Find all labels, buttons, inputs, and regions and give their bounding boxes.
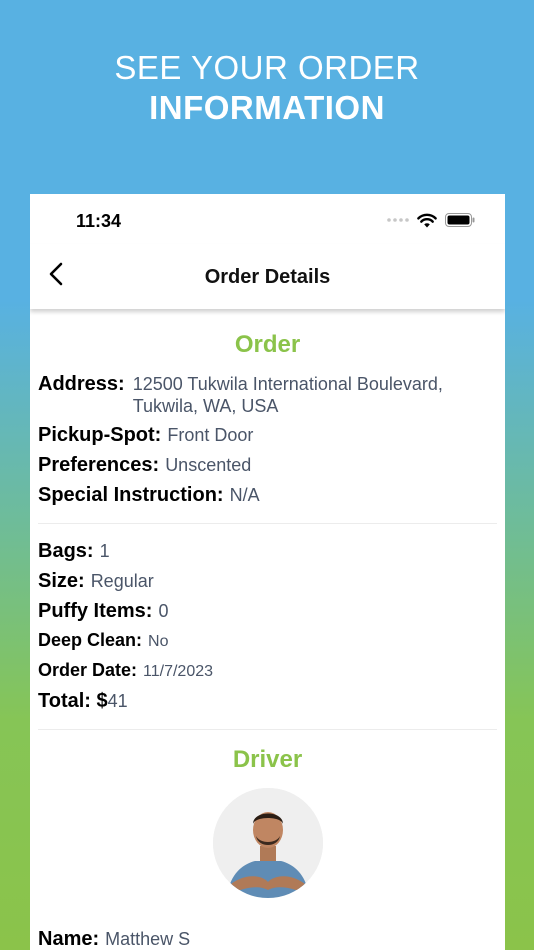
preferences-label: Preferences: xyxy=(38,454,160,476)
page-title: Order Details xyxy=(204,266,331,288)
pickup-value: Front Door xyxy=(167,425,254,445)
deep-clean-label: Deep Clean: xyxy=(38,630,143,650)
battery-icon xyxy=(445,213,475,227)
divider xyxy=(38,729,497,730)
driver-section-title: Driver xyxy=(232,746,303,773)
status-bar: 11:34 xyxy=(30,194,505,244)
address-row: Address: 12500 Tukwila International Bou… xyxy=(38,373,497,417)
driver-avatar-wrap xyxy=(38,788,497,898)
promo-header: SEE YOUR ORDER INFORMATION xyxy=(0,48,534,128)
pickup-label: Pickup-Spot: xyxy=(38,424,162,446)
driver-name-value: Matthew S xyxy=(105,929,191,949)
navigation-bar: Order Details xyxy=(30,244,505,309)
instruction-label: Special Instruction: xyxy=(38,484,224,506)
address-value: 12500 Tukwila International Boulevard, T… xyxy=(132,374,443,416)
driver-name-row: Name: Matthew S xyxy=(38,928,497,950)
total-row: Total: $ 41 xyxy=(38,690,497,713)
phone-screen: 11:34 Order Details Order Address: 12500… xyxy=(30,194,505,950)
divider xyxy=(38,523,497,524)
order-section-title: Order xyxy=(234,331,301,358)
bags-value: 1 xyxy=(99,541,110,561)
status-time: 11:34 xyxy=(76,211,122,231)
instruction-row: Special Instruction: N/A xyxy=(38,484,497,507)
preferences-row: Preferences: Unscented xyxy=(38,454,497,477)
size-label: Size: xyxy=(38,570,85,592)
address-label: Address: xyxy=(38,373,125,395)
puffy-items-row: Puffy Items: 0 xyxy=(38,600,497,623)
wifi-icon xyxy=(417,213,437,228)
bags-row: Bags: 1 xyxy=(38,540,497,563)
deep-clean-row: Deep Clean: No xyxy=(38,630,497,653)
promo-title-line1: SEE YOUR ORDER xyxy=(114,49,420,86)
order-details-content: Order Address: 12500 Tukwila Internation… xyxy=(30,309,505,950)
total-value: 41 xyxy=(107,691,128,711)
order-date-label: Order Date: xyxy=(38,660,138,680)
size-row: Size: Regular xyxy=(38,570,497,593)
size-value: Regular xyxy=(90,571,154,591)
instruction-value: N/A xyxy=(229,485,260,505)
preferences-value: Unscented xyxy=(165,455,252,475)
bags-label: Bags: xyxy=(38,540,94,562)
total-label: Total: $ xyxy=(38,690,108,712)
pickup-row: Pickup-Spot: Front Door xyxy=(38,424,497,447)
signal-dots-icon xyxy=(387,217,409,223)
driver-avatar xyxy=(212,788,323,898)
deep-clean-value: No xyxy=(148,633,169,650)
puffy-items-label: Puffy Items: xyxy=(38,600,153,622)
order-date-value: 11/7/2023 xyxy=(143,663,214,680)
driver-name-label: Name: xyxy=(38,928,100,950)
order-date-row: Order Date: 11/7/2023 xyxy=(38,660,497,683)
status-icons xyxy=(387,212,475,228)
promo-title-line2: INFORMATION xyxy=(149,89,385,126)
puffy-items-value: 0 xyxy=(158,601,169,621)
